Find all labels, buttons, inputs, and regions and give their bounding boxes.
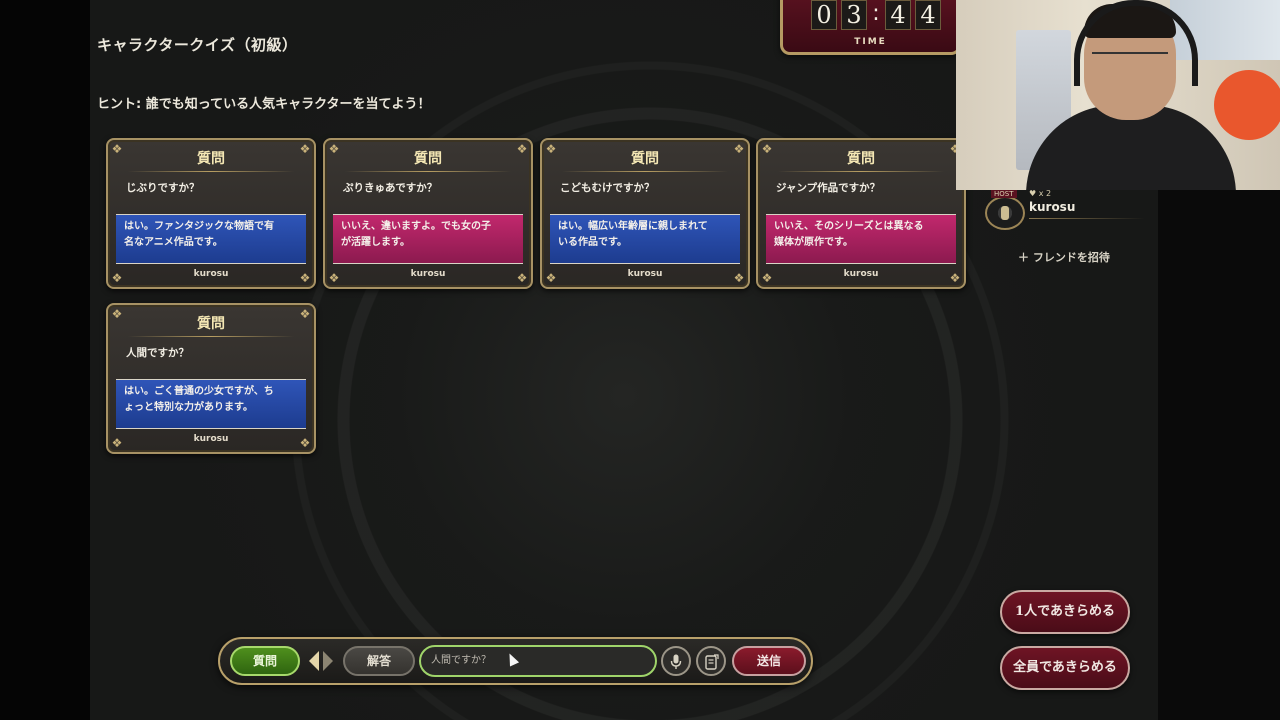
answer-line: ょっと特別な力があります。 <box>124 402 253 413</box>
host-badge: HOST <box>991 190 1017 198</box>
timer-digit: 3 <box>841 0 867 30</box>
card-answer-yes: はい。幅広い年齢層に親しまれて いる作品です。 <box>550 214 740 264</box>
answer-line: はい。幅広い年齢層に親しまれて <box>558 221 708 232</box>
answer-line: が活躍します。 <box>341 237 410 248</box>
card-header: 質問 <box>197 151 225 167</box>
card-divider <box>778 171 944 172</box>
card-author: kurosu <box>193 269 229 279</box>
memo-button[interactable] <box>696 646 726 676</box>
card-question: 人間ですか？ <box>126 347 189 359</box>
countdown-timer: 0 3 : 4 4 TIME <box>780 0 961 55</box>
giveup-solo-button[interactable]: 1人であきらめる <box>1000 590 1130 634</box>
answer-line: いいえ、違いますよ。でも女の子 <box>341 221 491 232</box>
card-header: 質問 <box>847 151 875 167</box>
question-input[interactable]: 人間ですか？ <box>419 645 657 677</box>
card-header: 質問 <box>197 316 225 332</box>
memo-icon <box>705 654 719 670</box>
input-bar: 質問 解答 人間ですか？ 送信 <box>218 637 813 685</box>
answer-mode-button[interactable]: 解答 <box>343 646 415 676</box>
timer-label: TIME <box>854 37 887 47</box>
timer-digit: 0 <box>811 0 837 30</box>
giveup-all-button[interactable]: 全員であきらめる <box>1000 646 1130 690</box>
player-avatar <box>985 196 1025 230</box>
quiz-hint: ヒント: 誰でも知っている人気キャラクターを当てよう！ <box>97 97 431 112</box>
card-answer-yes: はい。ごく普通の少女ですが、ち ょっと特別な力があります。 <box>116 379 306 429</box>
card-divider <box>345 171 511 172</box>
player-divider <box>1029 218 1145 219</box>
card-header: 質問 <box>414 151 442 167</box>
card-question: ぷりきゅあですか？ <box>343 182 438 194</box>
card-divider <box>128 171 294 172</box>
hearts-count: ♥ x 2 <box>1029 189 1052 198</box>
player-entry: HOST ♥ x 2 kurosu <box>985 189 1145 230</box>
answer-line: はい。ファンタジックな物語で有 <box>124 221 274 232</box>
arrow-right-icon <box>323 651 333 671</box>
answer-line: 媒体が原作です。 <box>774 237 853 248</box>
card-question: こどもむけですか？ <box>560 182 655 194</box>
card-header: 質問 <box>631 151 659 167</box>
card-answer-yes: はい。ファンタジックな物語で有 名なアニメ作品です。 <box>116 214 306 264</box>
send-button[interactable]: 送信 <box>732 646 806 676</box>
microphone-button[interactable] <box>661 646 691 676</box>
card-author: kurosu <box>193 434 229 444</box>
answer-line: いいえ、そのシリーズとは異なる <box>774 221 924 232</box>
question-card: ❖ ❖ ❖ ❖ 質問 ぷりきゅあですか？ いいえ、違いますよ。でも女の子 が活躍しま… <box>323 138 533 289</box>
webcam-overlay <box>956 0 1280 190</box>
left-letterbox <box>0 0 90 720</box>
timer-digit: 4 <box>885 0 911 30</box>
card-answer-no: いいえ、違いますよ。でも女の子 が活躍します。 <box>333 214 523 264</box>
timer-digit: 4 <box>915 0 941 30</box>
question-card: ❖ ❖ ❖ ❖ 質問 人間ですか？ はい。ごく普通の少女ですが、ち ょっと特別な力が… <box>106 303 316 454</box>
timer-separator: : <box>872 1 880 26</box>
question-card: ❖ ❖ ❖ ❖ 質問 こどもむけですか？ はい。幅広い年齢層に親しまれて いる作品で… <box>540 138 750 289</box>
player-name: kurosu <box>1029 200 1076 214</box>
quiz-title: キャラクタークイズ（初級） <box>97 36 298 54</box>
card-author: kurosu <box>627 269 663 279</box>
question-card: ❖ ❖ ❖ ❖ 質問 ジャンプ作品ですか？ いいえ、そのシリーズとは異なる 媒体が原… <box>756 138 966 289</box>
card-divider <box>562 171 728 172</box>
answer-line: いる作品です。 <box>558 237 627 248</box>
card-question: ジャンプ作品ですか？ <box>776 182 881 194</box>
card-divider <box>128 336 294 337</box>
card-author: kurosu <box>843 269 879 279</box>
mode-toggle[interactable] <box>309 649 337 673</box>
answer-line: はい。ごく普通の少女ですが、ち <box>124 386 274 397</box>
question-mode-button[interactable]: 質問 <box>230 646 300 676</box>
card-question: じぶりですか？ <box>126 182 200 194</box>
microphone-icon <box>670 654 682 669</box>
question-card: ❖ ❖ ❖ ❖ 質問 じぶりですか？ はい。ファンタジックな物語で有 名なアニメ作品… <box>106 138 316 289</box>
arrow-left-icon <box>309 651 319 671</box>
webcam-background <box>1214 70 1280 140</box>
card-author: kurosu <box>410 269 446 279</box>
answer-line: 名なアニメ作品です。 <box>124 237 223 248</box>
card-answer-no: いいえ、そのシリーズとは異なる 媒体が原作です。 <box>766 214 956 264</box>
invite-friend-button[interactable]: ＋ フレンドを招待 <box>1018 249 1110 265</box>
